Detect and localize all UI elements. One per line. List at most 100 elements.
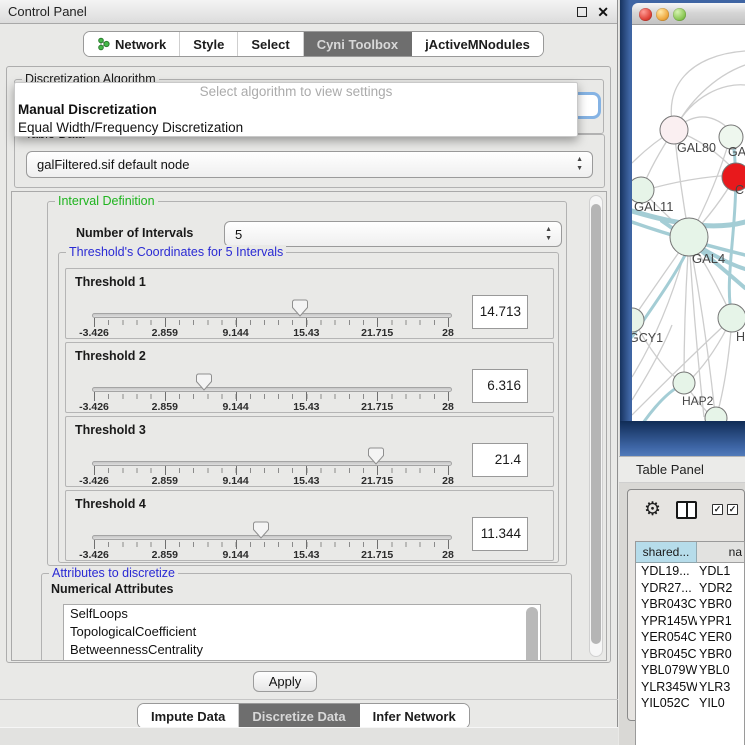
float-panel-icon[interactable] — [577, 7, 587, 17]
column-header-shared-name[interactable]: shared... — [636, 542, 697, 563]
table-cell-shared-name[interactable]: YPR145W — [636, 613, 697, 630]
slider-thumb[interactable] — [292, 299, 308, 317]
dropdown-option[interactable]: Equal Width/Frequency Discretization — [15, 119, 577, 137]
list-item[interactable]: SelfLoops — [64, 605, 540, 623]
dropdown-option[interactable]: Manual Discretization — [15, 101, 577, 119]
column-header-name[interactable]: na — [697, 542, 744, 563]
network-icon — [97, 37, 110, 51]
spinner-arrows-icon[interactable]: ▲▼ — [576, 155, 583, 173]
mac-zoom-button[interactable] — [673, 8, 686, 21]
table-cell-shared-name[interactable]: YLR345W — [636, 679, 697, 696]
mac-close-button[interactable] — [639, 8, 652, 21]
number-of-intervals-spinner[interactable]: 5 ▲▼ — [224, 221, 562, 247]
network-node-label: GCY1 — [632, 331, 663, 345]
threshold-slider-track[interactable] — [92, 461, 452, 466]
table-cell-shared-name[interactable]: YDL19... — [636, 563, 697, 580]
gear-icon[interactable]: ⚙ — [644, 497, 661, 523]
tab-impute-data[interactable]: Impute Data — [138, 704, 239, 728]
checkbox-icon[interactable]: ✓ — [712, 504, 723, 515]
tab-select[interactable]: Select — [238, 32, 303, 56]
tab-discretize-data[interactable]: Discretize Data — [239, 704, 359, 728]
apply-button[interactable]: Apply — [253, 671, 317, 692]
table-cell-name[interactable]: YIL0 — [697, 695, 744, 712]
window-frame-edge — [620, 421, 745, 456]
table-cell-name[interactable]: YBL0 — [697, 662, 744, 679]
threshold-value-field[interactable]: 21.4 — [472, 443, 528, 477]
slider-tick — [94, 466, 95, 475]
threshold-slider-track[interactable] — [92, 535, 452, 540]
network-node-gal80[interactable] — [660, 116, 688, 144]
table-row[interactable]: YLR345WYLR3 — [636, 679, 744, 696]
table-row[interactable]: YBR045CYBR0 — [636, 646, 744, 663]
network-node[interactable] — [705, 407, 727, 421]
slider-tick-label: 15.43 — [293, 549, 319, 561]
slider-tick — [236, 540, 237, 549]
tab-network[interactable]: Network — [84, 32, 180, 56]
network-window-titlebar[interactable] — [632, 3, 745, 25]
node-attribute-table: shared... na YDL19...YDL1YDR27...YDR2YBR… — [635, 541, 745, 745]
threshold-slider-track[interactable] — [92, 313, 452, 318]
tab-jactivemnodules[interactable]: jActiveMNodules — [412, 32, 543, 56]
table-cell-shared-name[interactable]: YDR27... — [636, 580, 697, 597]
slider-thumb[interactable] — [253, 521, 269, 539]
table-cell-name[interactable]: YLR3 — [697, 679, 744, 696]
threshold-value-field[interactable]: 11.344 — [472, 517, 528, 551]
table-row[interactable]: YDL19...YDL1 — [636, 563, 744, 580]
list-item[interactable]: BetweennessCentrality — [64, 641, 540, 659]
settings-vertical-scrollbar[interactable] — [589, 195, 603, 657]
thresholds-group: Threshold's Coordinates for 5 Intervals … — [58, 252, 559, 563]
checkbox-icon[interactable]: ✓ — [727, 504, 738, 515]
slider-thumb[interactable] — [368, 447, 384, 465]
slider-tick-label: 9.144 — [222, 401, 248, 413]
table-cell-shared-name[interactable]: YBL079W — [636, 662, 697, 679]
tab-infer-network[interactable]: Infer Network — [360, 704, 469, 728]
list-scrollbar-thumb[interactable] — [526, 607, 538, 661]
scrollbar-thumb[interactable] — [591, 204, 601, 644]
table-row[interactable]: YER054CYER0 — [636, 629, 744, 646]
slider-tick-label: 21.715 — [361, 327, 393, 339]
network-node-gcy1[interactable] — [632, 308, 644, 332]
slider-thumb[interactable] — [196, 373, 212, 391]
split-pane-icon[interactable] — [676, 501, 697, 519]
number-of-intervals-label: Number of Intervals — [76, 226, 193, 240]
table-cell-name[interactable]: YPR1 — [697, 613, 744, 630]
tab-cyni-toolbox[interactable]: Cyni Toolbox — [304, 32, 412, 56]
table-cell-name[interactable]: YBR0 — [697, 596, 744, 613]
spinner-arrows-icon[interactable]: ▲▼ — [545, 225, 552, 243]
table-cell-name[interactable]: YDL1 — [697, 563, 744, 580]
table-data-combobox[interactable]: galFiltered.sif default node ▲▼ — [26, 151, 593, 178]
tab-label: Select — [251, 37, 289, 52]
threshold-value-field[interactable]: 14.713 — [472, 295, 528, 329]
threshold-label: Threshold 1 — [75, 275, 146, 289]
network-edge — [642, 175, 735, 191]
control-panel-title: Control Panel — [8, 4, 87, 19]
slider-tick-label: 2.859 — [152, 327, 178, 339]
slider-tick-label: 2.859 — [152, 475, 178, 487]
table-row[interactable]: YBR043CYBR0 — [636, 596, 744, 613]
network-node-hap2[interactable] — [673, 372, 695, 394]
table-cell-name[interactable]: YDR2 — [697, 580, 744, 597]
table-cell-shared-name[interactable]: YBR045C — [636, 646, 697, 663]
table-cell-shared-name[interactable]: YER054C — [636, 629, 697, 646]
table-cell-name[interactable]: YBR0 — [697, 646, 744, 663]
table-cell-name[interactable]: YER0 — [697, 629, 744, 646]
table-row[interactable]: YDR27...YDR2 — [636, 580, 744, 597]
table-panel-window: ⚙ ✓ ✓ shared... na YDL19...YDL1YDR27...Y… — [627, 489, 745, 721]
slider-ticks — [94, 320, 448, 325]
list-item[interactable]: TopologicalCoefficient — [64, 623, 540, 641]
network-node-label: GAL4 — [692, 251, 725, 266]
table-cell-shared-name[interactable]: YIL052C — [636, 695, 697, 712]
threshold-value-field[interactable]: 6.316 — [472, 369, 528, 403]
network-node-h[interactable] — [718, 304, 745, 332]
numerical-attributes-list[interactable]: SelfLoopsTopologicalCoefficientBetweenne… — [63, 604, 541, 661]
separator — [0, 699, 618, 700]
close-icon[interactable]: ✕ — [597, 3, 609, 21]
table-row[interactable]: YBL079WYBL0 — [636, 662, 744, 679]
table-row[interactable]: YIL052CYIL0 — [636, 695, 744, 712]
threshold-slider-track[interactable] — [92, 387, 452, 392]
mac-minimize-button[interactable] — [656, 8, 669, 21]
network-canvas[interactable]: GAL80GACGAL11GAL4GCY1HHAP2 — [632, 25, 745, 421]
tab-style[interactable]: Style — [180, 32, 238, 56]
table-row[interactable]: YPR145WYPR1 — [636, 613, 744, 630]
table-cell-shared-name[interactable]: YBR043C — [636, 596, 697, 613]
